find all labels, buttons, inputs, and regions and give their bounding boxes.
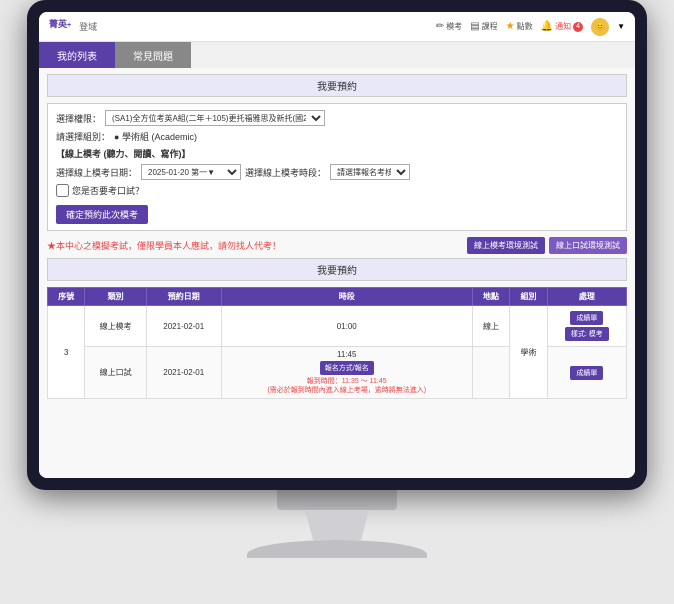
form-row-date: 選擇線上模考日期： 2025-01-20 第一▼ 選擇線上模考時段： 請選擇報名…: [56, 164, 618, 180]
permission-select[interactable]: (SA1)全方位考英A組(二年＋105)更托福雅思及新托(國2分): [105, 110, 325, 126]
oral-exam-row: 您是否要考口試？: [56, 184, 618, 197]
notification-badge: 4: [573, 22, 583, 32]
confirm-button[interactable]: 確定預約此次模考: [56, 205, 148, 224]
date-label: 選擇線上模考日期：: [56, 166, 137, 179]
nav-action-points[interactable]: ★ 點數: [506, 21, 533, 32]
row-group: 學術: [510, 306, 547, 399]
nav-action-exam[interactable]: ✏ 模考: [436, 21, 462, 32]
col-time: 時段: [221, 288, 472, 306]
col-location: 地點: [472, 288, 509, 306]
pencil-icon: ✏: [436, 21, 444, 32]
warning-row: ★本中心之模擬考試，僅限學員本人應試，請勿找人代考！ 線上模考環境測試 線上口試…: [47, 237, 627, 254]
monitor-stand-neck: [297, 510, 377, 540]
logo: 菁英+: [49, 17, 71, 35]
warning-time: 報到時間：11:35 ～ 11:45 (需必於報到時間內進入線上考場，逾時將無法…: [226, 377, 468, 395]
permission-label: 選擇權限：: [56, 112, 101, 125]
nav-action-course[interactable]: ▤ 課程: [470, 21, 497, 32]
time-label: 選擇線上模考時段：: [245, 166, 326, 179]
monitor-stand-base: [247, 540, 427, 558]
content-area: 我要預約 選擇權限： (SA1)全方位考英A組(二年＋105)更托福雅思及新托(…: [39, 68, 635, 478]
tab-bar: 我的列表 常見問題: [39, 42, 635, 68]
row-type-1: 線上模考: [85, 306, 146, 347]
tab-my-list[interactable]: 我的列表: [39, 42, 115, 68]
oral-test-button[interactable]: 線上口試環境測試: [549, 237, 627, 254]
col-number: 序號: [48, 288, 85, 306]
academic-radio[interactable]: ● 學術組 (Academic): [114, 130, 197, 143]
booking-form: 選擇權限： (SA1)全方位考英A組(二年＋105)更托福雅思及新托(國2分) …: [47, 103, 627, 231]
form-row-permission: 選擇權限： (SA1)全方位考英A組(二年＋105)更托福雅思及新托(國2分): [56, 110, 618, 126]
monitor-screen: 菁英+ 登域 ✏ 模考 ▤ 課程 ★ 點數: [39, 12, 635, 478]
col-action: 處理: [547, 288, 626, 306]
nav-link[interactable]: 登域: [79, 20, 97, 33]
row-time-1: 01:00: [221, 306, 472, 347]
dropdown-icon: ▼: [617, 22, 625, 31]
row-time-2: 11:45 報名方式/報名 報到時間：11:35 ～ 11:45 (需必於報到時…: [221, 347, 472, 399]
book-icon: ▤: [470, 21, 479, 32]
section2-title: 我要預約: [47, 258, 627, 281]
form-row-group: 請選擇組別： ● 學術組 (Academic): [56, 130, 618, 143]
env-test-button[interactable]: 線上模考環境測試: [467, 237, 545, 254]
register-btn[interactable]: 報名方式/報名: [320, 361, 374, 375]
nav-bar: 菁英+ 登域 ✏ 模考 ▤ 課程 ★ 點數: [39, 12, 635, 42]
transcript-btn-2[interactable]: 成績單: [570, 366, 603, 380]
row-number: 3: [48, 306, 85, 399]
table-row: 3 線上模考 2021-02-01 01:00 線上 學術 成績單 樣式: 模考: [48, 306, 627, 347]
row-date-1: 2021-02-01: [146, 306, 221, 347]
group-radio: ● 學術組 (Academic): [114, 130, 197, 143]
oral-label: 您是否要考口試？: [72, 184, 144, 197]
section1-title: 我要預約: [47, 74, 627, 97]
nav-action-notification[interactable]: 🔔 通知 4: [541, 21, 583, 32]
warning-text: ★本中心之模擬考試，僅限學員本人應試，請勿找人代考！: [47, 239, 281, 252]
tab-faq[interactable]: 常見問題: [115, 42, 191, 68]
avatar[interactable]: 😊: [591, 18, 609, 36]
star-icon: ★: [506, 21, 515, 32]
row-action-2: 成績單: [547, 347, 626, 399]
row-location-1: 線上: [472, 306, 509, 347]
bell-icon: 🔔: [541, 21, 553, 32]
exam-date-select[interactable]: 2025-01-20 第一▼: [141, 164, 241, 180]
row-location-2: [472, 347, 509, 399]
col-group: 組別: [510, 288, 547, 306]
row-type-2: 線上口試: [85, 347, 146, 399]
nav-actions: ✏ 模考 ▤ 課程 ★ 點數 🔔 通知 4: [436, 18, 625, 36]
form-row-type-label: 【線上模考 (聽力、閱讀、寫作)】: [56, 147, 618, 160]
monitor-stand-top: [277, 490, 397, 510]
action-buttons: 線上模考環境測試 線上口試環境測試: [467, 237, 627, 254]
row-date-2: 2021-02-01: [146, 347, 221, 399]
style-btn[interactable]: 樣式: 模考: [565, 327, 609, 341]
col-date: 預約日期: [146, 288, 221, 306]
exam-type-label: 【線上模考 (聽力、閱讀、寫作)】: [56, 147, 191, 160]
oral-checkbox[interactable]: [56, 184, 69, 197]
transcript-btn-1[interactable]: 成績單: [570, 311, 603, 325]
col-type: 類別: [85, 288, 146, 306]
exam-time-select[interactable]: 請選擇報名考核▼: [330, 164, 410, 180]
results-table: 序號 類別 預約日期 時段 地點 組別 處理 3 線上模考: [47, 287, 627, 399]
group-label: 請選擇組別：: [56, 130, 110, 143]
row-action-1: 成績單 樣式: 模考: [547, 306, 626, 347]
monitor-body: 菁英+ 登域 ✏ 模考 ▤ 課程 ★ 點數: [27, 0, 647, 490]
monitor-wrapper: 菁英+ 登域 ✏ 模考 ▤ 課程 ★ 點數: [0, 0, 674, 604]
